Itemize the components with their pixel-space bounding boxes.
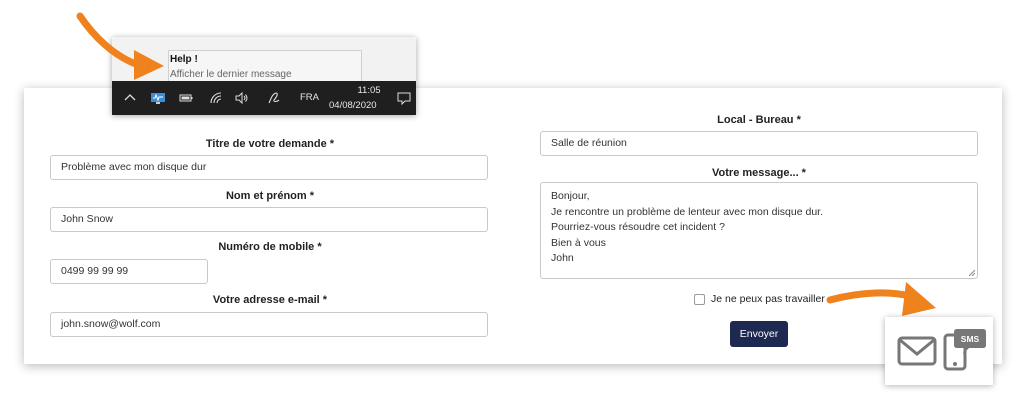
- message-line: Bien à vous: [551, 236, 606, 249]
- tooltip-body: Afficher le dernier message: [170, 69, 292, 80]
- battery-icon[interactable]: [178, 90, 194, 106]
- mobile-input[interactable]: 0499 99 99 99: [50, 259, 208, 284]
- name-input[interactable]: John Snow: [50, 207, 488, 232]
- cannot-work-checkbox-row[interactable]: Je ne peux pas travailler: [694, 293, 825, 305]
- name-label: Nom et prénom *: [225, 190, 314, 202]
- clock-date[interactable]: 04/08/2020: [329, 100, 377, 111]
- contact-options-box: SMS: [885, 317, 993, 385]
- message-line: Pourriez-vous résoudre cet incident ?: [551, 221, 725, 233]
- windows-taskbar: FRA 11:05 04/08/2020: [112, 81, 416, 115]
- clock-time[interactable]: 11:05: [344, 85, 394, 96]
- wifi-icon[interactable]: [208, 90, 224, 106]
- title-input[interactable]: Problème avec mon disque dur: [50, 155, 488, 180]
- office-input[interactable]: Salle de réunion: [540, 131, 978, 156]
- submit-button[interactable]: Envoyer: [730, 321, 788, 347]
- sms-label: SMS: [961, 334, 980, 344]
- email-input[interactable]: john.snow@wolf.com: [50, 312, 488, 337]
- cannot-work-checkbox[interactable]: [694, 293, 705, 305]
- office-label: Local - Bureau *: [717, 114, 801, 126]
- mail-icon[interactable]: [897, 336, 937, 366]
- arrow-to-tray-icon: [76, 12, 164, 80]
- tooltip-title: Help !: [170, 54, 198, 65]
- resize-handle-icon[interactable]: [967, 268, 975, 276]
- email-label: Votre adresse e-mail *: [212, 294, 328, 306]
- mobile-label: Numéro de mobile *: [218, 241, 322, 253]
- chevron-up-icon[interactable]: [122, 90, 138, 106]
- title-label: Titre de votre demande *: [205, 138, 335, 150]
- cannot-work-label: Je ne peux pas travailler: [711, 293, 825, 305]
- message-textarea[interactable]: Bonjour, Je rencontre un problème de len…: [540, 182, 978, 279]
- message-line: Bonjour,: [551, 190, 590, 202]
- notification-icon[interactable]: [396, 90, 412, 106]
- message-label: Votre message... *: [712, 167, 806, 179]
- sms-phone-icon[interactable]: SMS: [943, 325, 987, 373]
- monitor-app-icon[interactable]: [150, 90, 166, 106]
- language-indicator[interactable]: FRA: [300, 92, 319, 103]
- message-line: Je rencontre un problème de lenteur avec…: [551, 205, 824, 218]
- pen-icon[interactable]: [266, 90, 282, 106]
- message-line: John: [551, 252, 574, 264]
- speaker-icon[interactable]: [234, 90, 250, 106]
